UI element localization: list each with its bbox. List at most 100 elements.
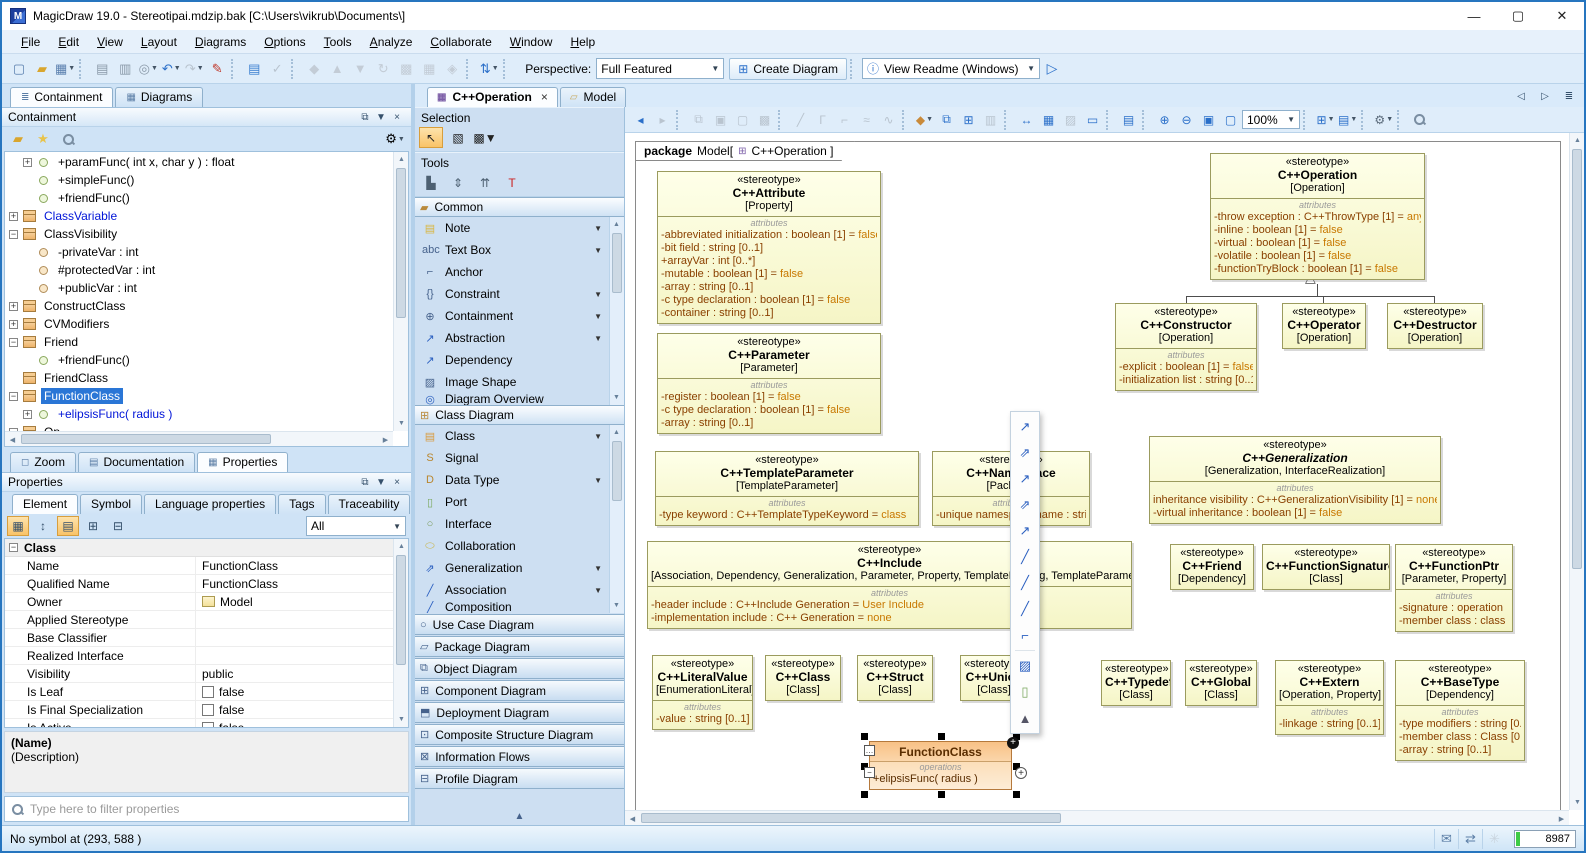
open-in-new-window-icon[interactable]: ⧉ [936, 109, 957, 130]
checkbox-icon[interactable] [202, 722, 214, 728]
scroll-thumb[interactable] [612, 233, 622, 293]
scroll-right-icon[interactable]: ▶ [378, 432, 393, 447]
select-lasso-icon[interactable]: ▧ [446, 127, 470, 148]
close-icon[interactable]: × [389, 112, 405, 123]
script-icon[interactable]: ▤ [1118, 109, 1139, 130]
palette-section-package-diagram[interactable]: ▱Package Diagram [415, 636, 624, 657]
tree-item[interactable]: +CVModifiers [5, 315, 393, 333]
property-row[interactable]: Is Final Specializationfalse [5, 701, 393, 719]
palette-section-profile-diagram[interactable]: ⊟Profile Diagram [415, 768, 624, 789]
palette-section-class-diagram[interactable]: ⊞Class Diagram [415, 405, 624, 425]
expander-icon[interactable]: + [23, 410, 32, 419]
stereotype-box-generalization[interactable]: «stereotype»C++Generalization[Generaliza… [1149, 436, 1441, 524]
open-element-icon[interactable]: ▰ [7, 128, 29, 150]
stereotype-box-struct[interactable]: «stereotype»C++Struct[Class] [857, 655, 933, 701]
palette-item-constraint[interactable]: {}Constraint▼ [415, 283, 624, 305]
filter-properties-input[interactable] [30, 802, 402, 816]
tab-documentation[interactable]: ▤ Documentation [78, 452, 195, 472]
tree-item[interactable]: FriendClass [5, 369, 393, 387]
stereotype-box-template-parameter[interactable]: «stereotype»C++TemplateParameter[Templat… [655, 451, 919, 526]
menu-layout[interactable]: Layout [132, 32, 186, 52]
collapse-all-icon[interactable]: ⊟ [107, 516, 129, 536]
diagram-tab-cpp-operation[interactable]: ▦ C++Operation × [427, 87, 558, 107]
scroll-thumb[interactable] [1572, 149, 1582, 569]
tree-vscrollbar[interactable]: ▲ ▼ [393, 152, 408, 431]
commit-icon[interactable]: ▲ [326, 58, 348, 80]
add-element-badge[interactable]: + [1007, 737, 1019, 749]
function-class-box[interactable]: FunctionClassoperations+elipsisFunc( rad… [869, 741, 1012, 790]
tree-item[interactable]: ++elipsisFunc( radius ) [5, 405, 393, 423]
palette-section-composite-structure-diagram[interactable]: ⊡Composite Structure Diagram [415, 724, 624, 745]
anchor-tool-icon[interactable]: ⌐ [1013, 622, 1037, 648]
stereotype-box-base-type[interactable]: «stereotype»C++BaseType[Dependency]attri… [1395, 660, 1525, 761]
undo-icon[interactable]: ↶▼ [160, 58, 182, 80]
create-diagram-button[interactable]: ⊞ Create Diagram [729, 58, 847, 80]
stereotype-box-include[interactable]: «stereotype»C++Include[Association, Depe… [647, 541, 1132, 629]
stereotype-box-function-signature[interactable]: «stereotype»C++FunctionSignature[Class] [1262, 544, 1390, 590]
readme-select[interactable]: ⓘ View Readme (Windows) ▼ [862, 58, 1040, 79]
stereotype-box-constructor[interactable]: «stereotype»C++Constructor[Operation]att… [1115, 303, 1257, 391]
line-style-icon[interactable]: ╱ [790, 109, 811, 130]
stereotype-box-destructor[interactable]: «stereotype»C++Destructor[Operation] [1387, 303, 1483, 349]
window2-icon[interactable]: ▭ [1082, 109, 1103, 130]
tree-item[interactable]: +publicVar : int [5, 279, 393, 297]
palette-scrollbar[interactable]: ▲▼ [609, 217, 624, 405]
checkbox-icon[interactable] [202, 704, 214, 716]
tab-containment[interactable]: ≣ Containment [10, 87, 113, 107]
next-tab-icon[interactable]: ▷ [1534, 85, 1556, 107]
delete-from-model-icon[interactable]: ▩ [754, 109, 775, 130]
grid-icon[interactable]: ⊞▼ [1315, 109, 1336, 130]
menu-window[interactable]: Window [501, 32, 562, 52]
palette-item-anchor[interactable]: ⌐Anchor [415, 261, 624, 283]
new-project-icon[interactable]: ▢ [8, 58, 30, 80]
selection-handle[interactable] [861, 733, 868, 740]
palette-item-note[interactable]: ▤Note▼ [415, 217, 624, 239]
oblique-style-icon[interactable]: ⌐ [834, 109, 855, 130]
show-description-icon[interactable]: ▤ [57, 516, 79, 536]
scroll-thumb[interactable] [641, 813, 1061, 823]
property-filter-select[interactable]: All ▼ [306, 516, 406, 536]
menu-diagrams[interactable]: Diagrams [186, 32, 255, 52]
properties-tab-language-properties[interactable]: Language properties [144, 494, 276, 514]
palette-item-generalization[interactable]: ⇗Generalization▼ [415, 557, 624, 579]
directed-association-tool-icon[interactable]: ╱ [1013, 570, 1037, 596]
scroll-thumb[interactable] [396, 555, 406, 665]
collapse-toolbar-icon[interactable]: ▲ [1013, 705, 1037, 731]
palette-item-diagram-overview[interactable]: ◎Diagram Overview [415, 393, 624, 405]
image-shape-tool-icon[interactable]: ▨ [1013, 653, 1037, 679]
properties-tab-traceability[interactable]: Traceability [328, 494, 411, 514]
curve-style-icon[interactable]: ≈ [856, 109, 877, 130]
settings-icon[interactable]: ⚙▼ [384, 128, 406, 150]
palette-section-information-flows[interactable]: ⊠Information Flows [415, 746, 624, 767]
pin-icon[interactable]: ▼ [373, 477, 389, 488]
expander-icon[interactable]: + [9, 302, 18, 311]
sort-alpha-icon[interactable]: ↕ [32, 516, 54, 536]
scroll-up-icon[interactable]: ▲ [1570, 133, 1584, 148]
menu-view[interactable]: View [88, 32, 132, 52]
gear-icon[interactable]: ⚙▼ [1373, 109, 1394, 130]
checkbox-icon[interactable] [202, 686, 214, 698]
diagram-canvas[interactable]: package Model[ ⊞ C++Operation ] △ «stere… [625, 133, 1584, 825]
properties-tab-element[interactable]: Element [12, 494, 78, 514]
compartment-toggle[interactable]: − [864, 767, 875, 778]
palette-item-interface[interactable]: ○Interface [415, 513, 624, 535]
stereotype-box-friend[interactable]: «stereotype»C++Friend[Dependency] [1170, 544, 1254, 590]
stereotype-box-literal-value[interactable]: «stereotype»C++LiteralValue[EnumerationL… [652, 655, 753, 730]
distribute-icon[interactable]: ⇈ [473, 172, 497, 193]
prev-tab-icon[interactable]: ◁ [1510, 85, 1532, 107]
delete-icon[interactable]: ▢ [732, 109, 753, 130]
palette-section-deployment-diagram[interactable]: ⬒Deployment Diagram [415, 702, 624, 723]
property-row[interactable]: NameFunctionClass [5, 557, 393, 575]
menu-help[interactable]: Help [561, 32, 604, 52]
save-server-icon[interactable]: ▦ [418, 58, 440, 80]
properties-tab-symbol[interactable]: Symbol [80, 494, 142, 514]
align-icon[interactable]: ⇕ [446, 172, 470, 193]
palette-item-text-box[interactable]: abcText Box▼ [415, 239, 624, 261]
tree-item[interactable]: −Friend [5, 333, 393, 351]
categorized-view-icon[interactable]: ▦ [7, 516, 29, 536]
property-row[interactable]: Visibilitypublic [5, 665, 393, 683]
menu-edit[interactable]: Edit [49, 32, 88, 52]
property-group-header[interactable]: − Class [5, 539, 393, 557]
float-icon[interactable]: ⧉ [357, 477, 373, 488]
expander-icon[interactable]: − [9, 338, 18, 347]
